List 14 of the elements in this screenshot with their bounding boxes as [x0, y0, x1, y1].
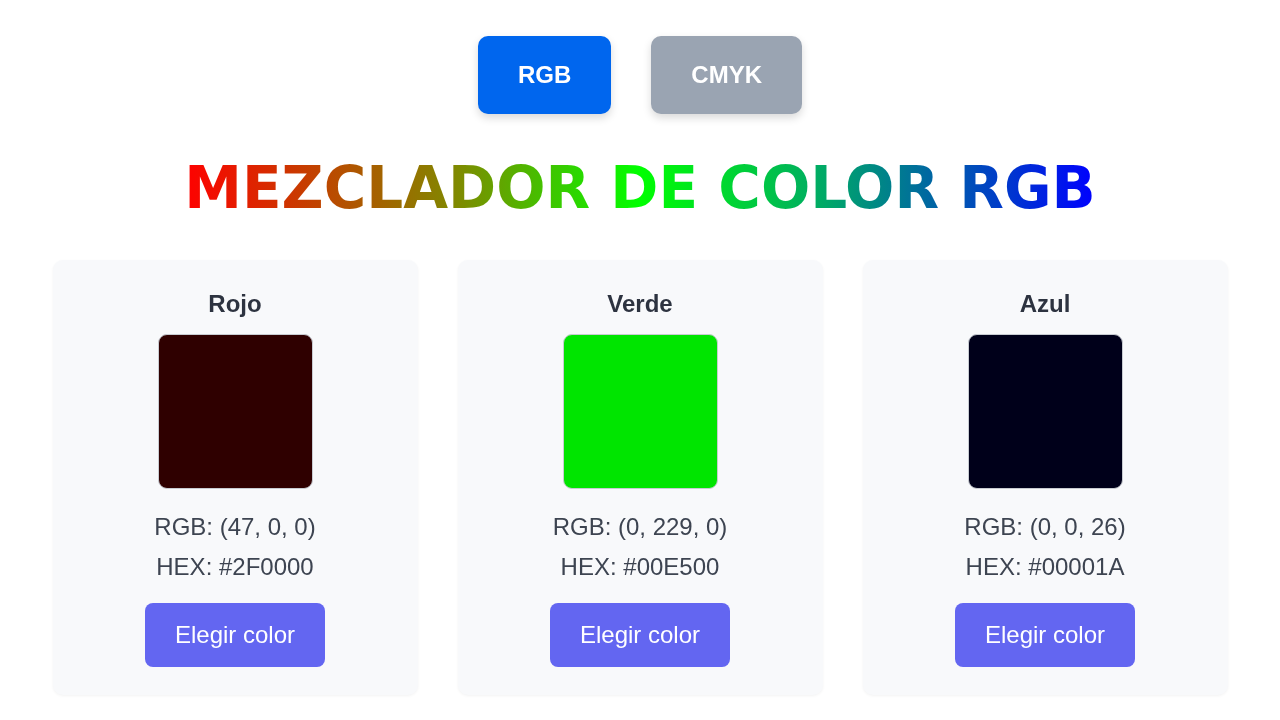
- mode-tab[interactable]: CMYK: [651, 36, 802, 114]
- choose-color-button[interactable]: Elegir color: [955, 603, 1135, 667]
- hex-value: HEX: #00001A: [965, 552, 1125, 582]
- mode-tab[interactable]: RGB: [478, 36, 612, 114]
- choose-color-button[interactable]: Elegir color: [550, 603, 730, 667]
- rgb-value: RGB: (0, 229, 0): [552, 512, 728, 542]
- rgb-value: RGB: (47, 0, 0): [154, 512, 316, 542]
- channel-name: Rojo: [208, 290, 262, 318]
- choose-color-button[interactable]: Elegir color: [145, 603, 325, 667]
- channel-name: Verde: [607, 290, 673, 318]
- hex-value: HEX: #00E500: [560, 552, 720, 582]
- channel-name: Azul: [1019, 290, 1071, 318]
- rgb-value: RGB: (0, 0, 26): [964, 512, 1126, 542]
- hex-value: HEX: #2F0000: [156, 552, 314, 582]
